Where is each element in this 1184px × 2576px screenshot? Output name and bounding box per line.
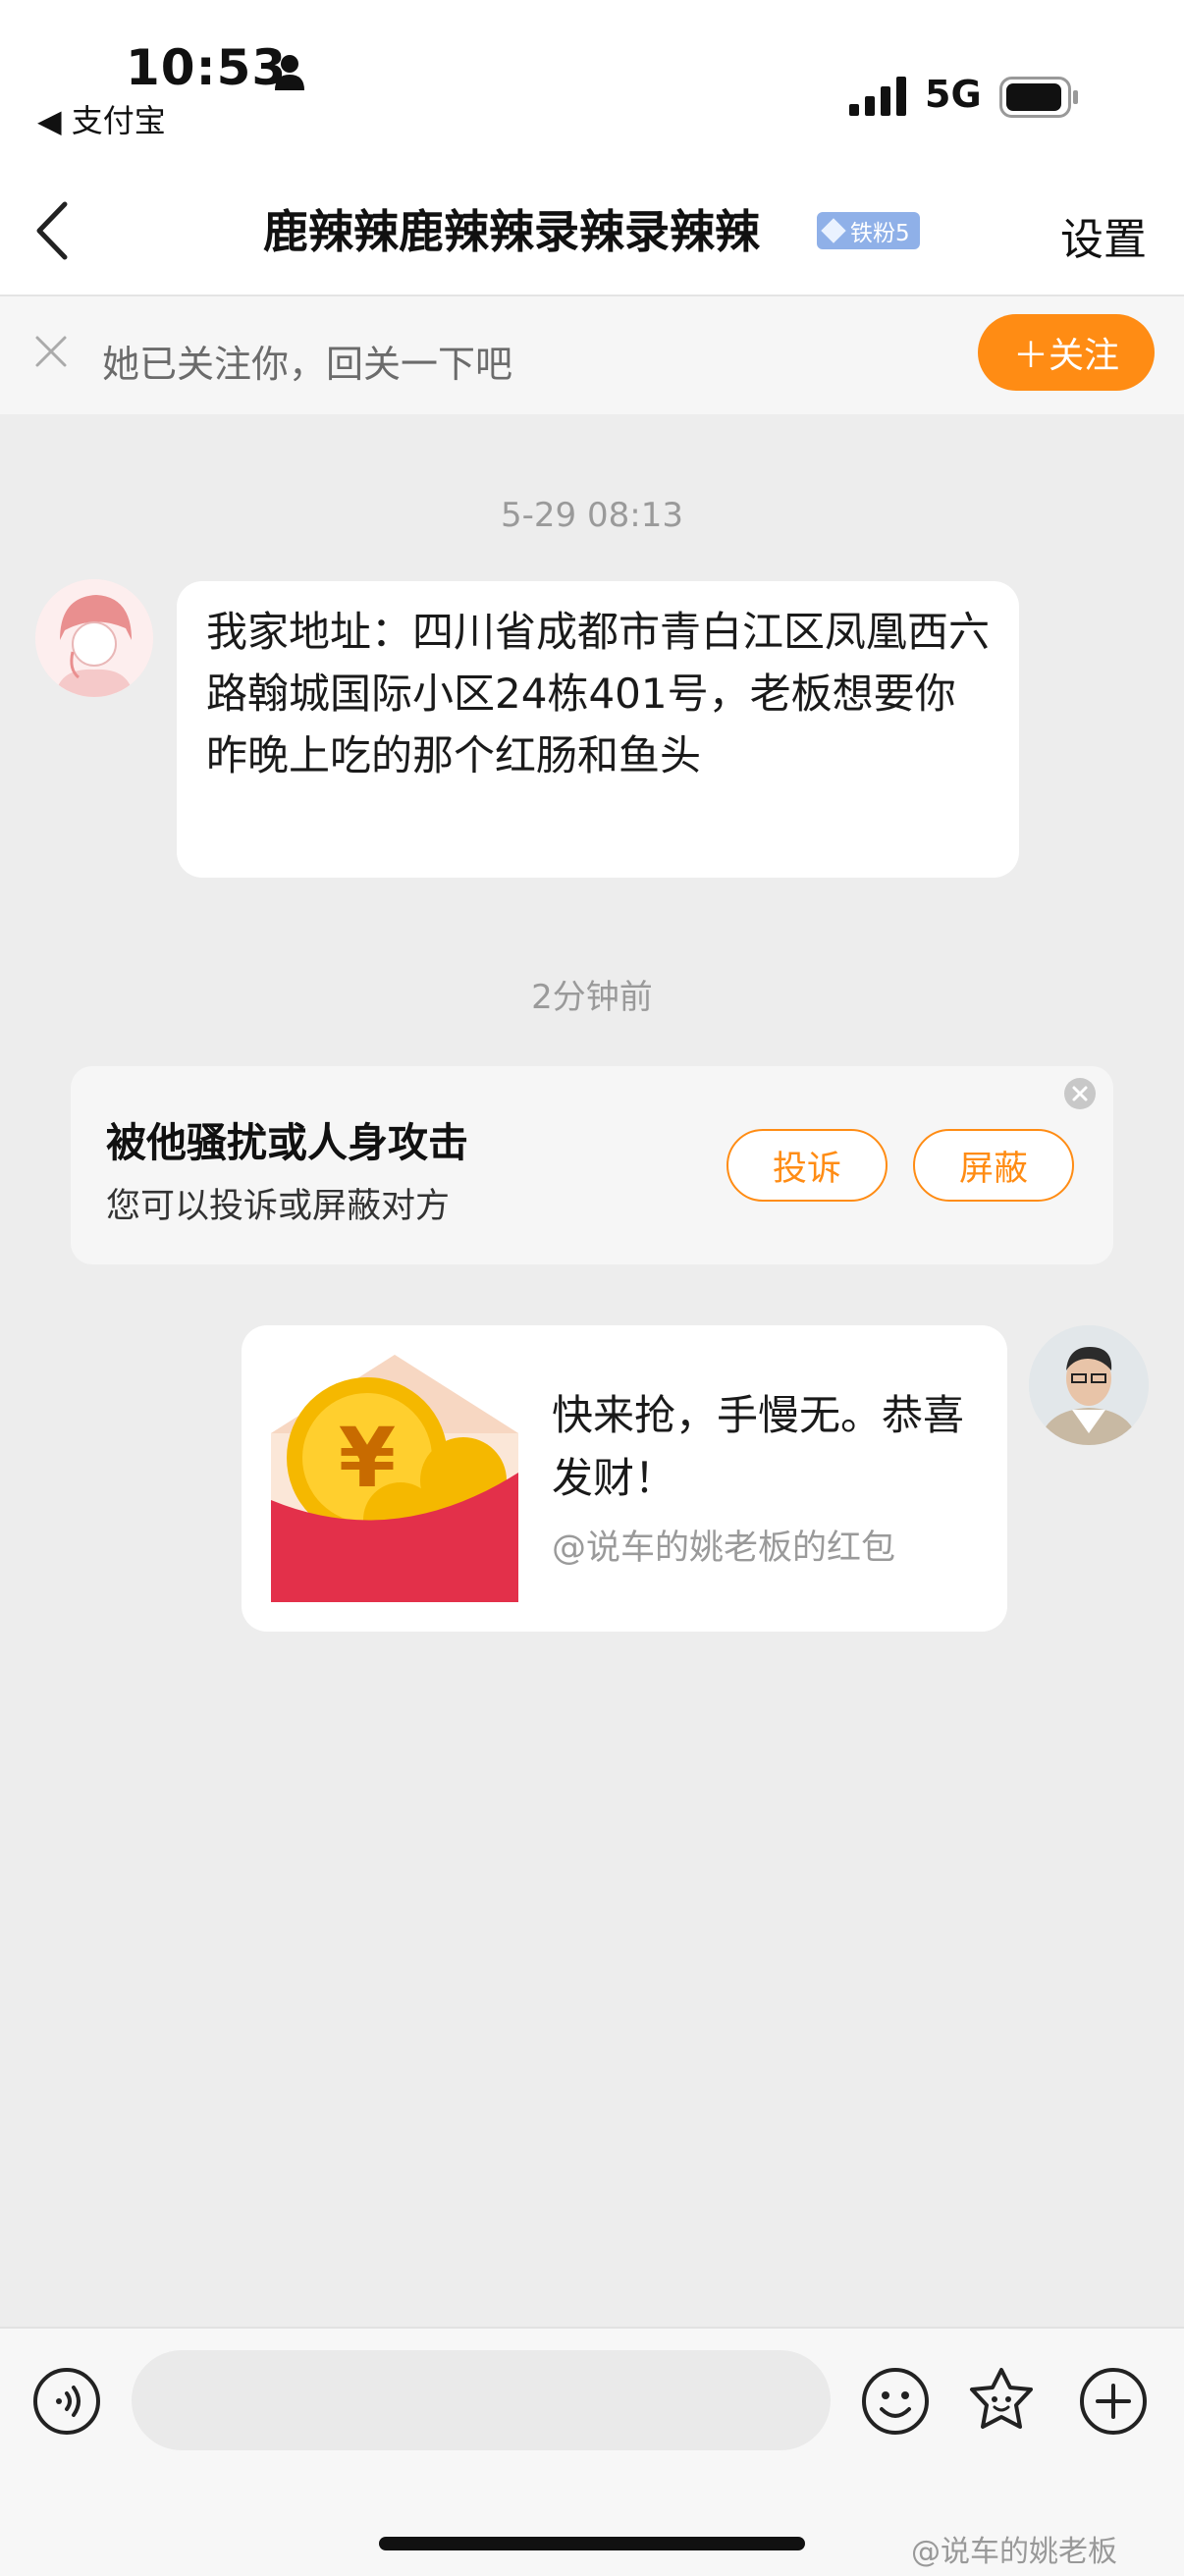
received-message-text: 我家地址：四川省成都市青白江区凤凰西六路翰城国际小区24栋401号，老板想要你昨…: [206, 608, 991, 779]
self-avatar-image: [1029, 1325, 1149, 1445]
received-message-bubble[interactable]: 我家地址：四川省成都市青白江区凤凰西六路翰城国际小区24栋401号，老板想要你昨…: [177, 581, 1019, 878]
self-avatar[interactable]: [1029, 1325, 1149, 1445]
sender-avatar[interactable]: [35, 579, 153, 697]
harassment-notice-title: 被他骚扰或人身攻击: [106, 1119, 468, 1166]
settings-button[interactable]: 设置: [1060, 204, 1147, 267]
watermark: @说车的姚老板: [911, 2535, 1117, 2569]
diamond-icon: [821, 218, 846, 243]
battery-icon: [999, 77, 1078, 118]
close-icon[interactable]: [1062, 1076, 1098, 1111]
status-time: 10:53: [126, 39, 288, 96]
follow-back-button[interactable]: ＋关注: [978, 314, 1155, 391]
voice-input-icon[interactable]: [31, 2366, 102, 2437]
back-to-app-link[interactable]: ◀ 支付宝: [37, 96, 166, 141]
red-packet-icon: ¥: [271, 1355, 518, 1602]
fan-level-label: 铁粉5: [850, 221, 910, 246]
network-type: 5G: [925, 73, 982, 116]
close-icon[interactable]: [33, 334, 69, 369]
sender-avatar-image: [35, 579, 153, 697]
message-timestamp: 2分钟前: [531, 978, 653, 1017]
block-button[interactable]: 屏蔽: [913, 1129, 1074, 1202]
message-input[interactable]: [132, 2350, 831, 2450]
red-packet-message-text: 快来抢，手慢无。恭喜发财！: [552, 1391, 965, 1502]
fan-level-badge: 铁粉5: [817, 212, 920, 249]
add-more-icon[interactable]: [1078, 2366, 1149, 2437]
cellular-signal-icon: [849, 77, 906, 116]
emoji-icon[interactable]: [860, 2366, 931, 2437]
sticker-icon[interactable]: [966, 2364, 1037, 2435]
page-title: 鹿辣辣鹿辣辣录辣录辣辣: [263, 205, 760, 258]
complain-button[interactable]: 投诉: [727, 1129, 888, 1202]
red-packet-sender-label: @说车的姚老板的红包: [552, 1529, 896, 1568]
home-indicator[interactable]: [379, 2537, 805, 2550]
harassment-notice-subtitle: 您可以投诉或屏蔽对方: [106, 1187, 451, 1226]
person-icon: [275, 55, 304, 90]
back-chevron-icon[interactable]: [29, 196, 79, 265]
follow-prompt-text: 她已关注你，回关一下吧: [102, 343, 513, 386]
message-timestamp: 5-29 08:13: [501, 496, 683, 535]
